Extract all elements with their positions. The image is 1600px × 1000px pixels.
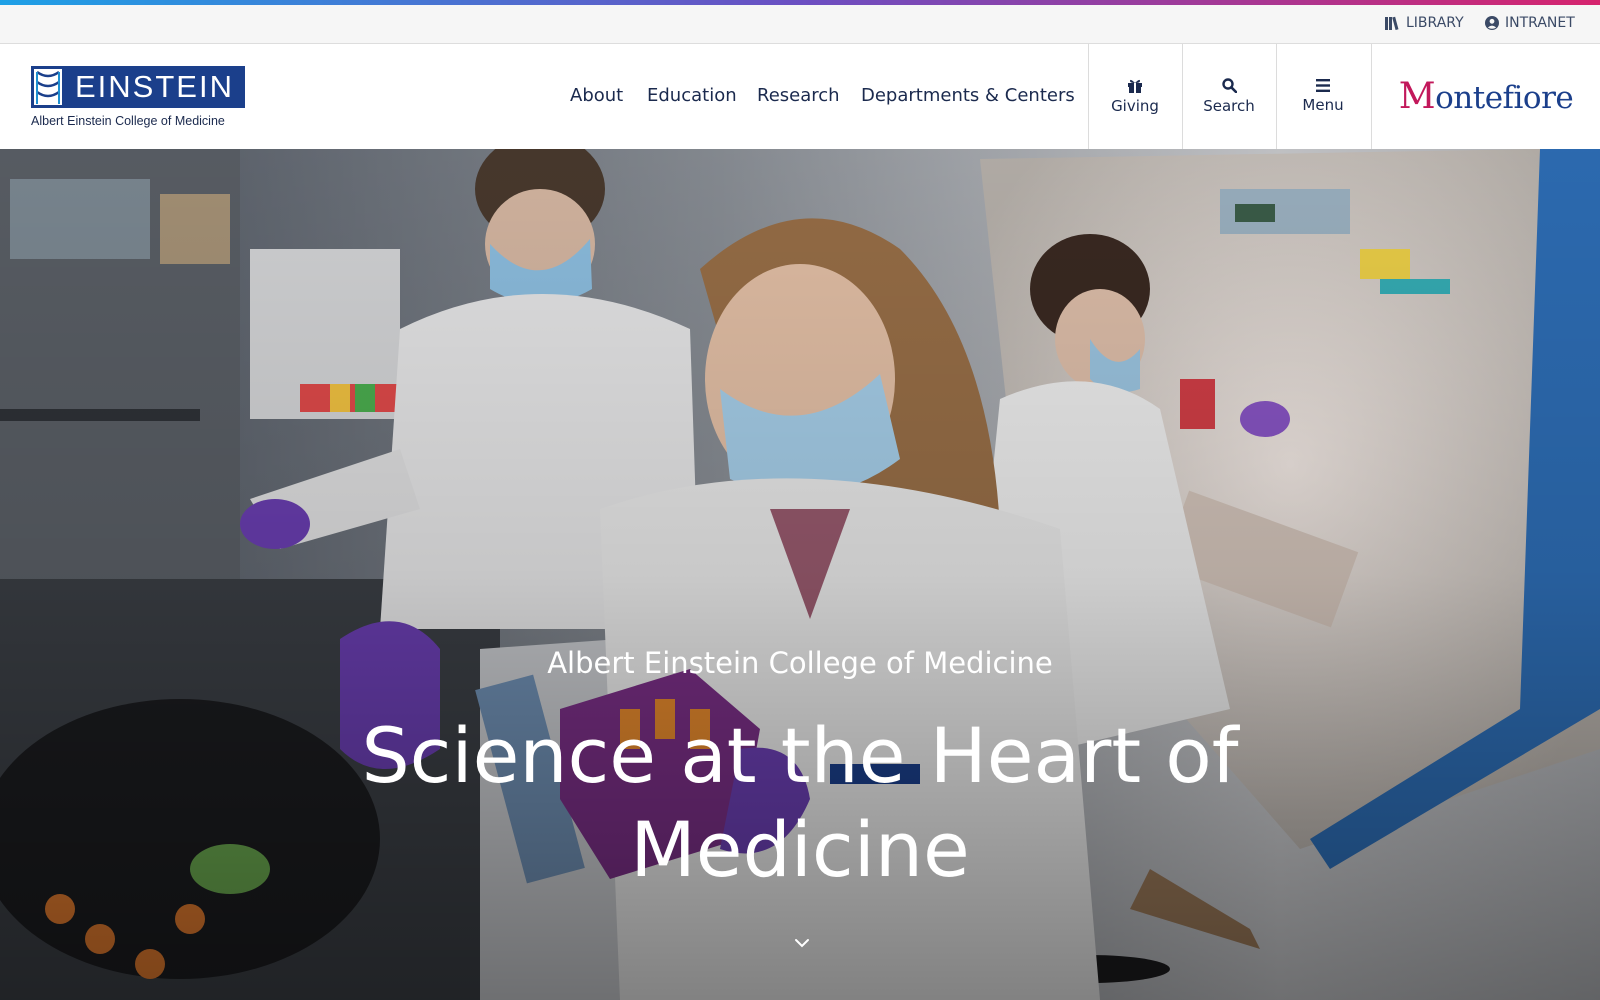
gift-icon — [1128, 79, 1142, 93]
logo-subtitle: Albert Einstein College of Medicine — [31, 114, 225, 128]
montefiore-initial: M — [1398, 76, 1436, 117]
hero-title: Science at the Heart of Medicine — [361, 711, 1239, 894]
logo-wordmark: EINSTEIN — [75, 69, 234, 104]
hero-banner: Albert Einstein College of Medicine Scie… — [0, 149, 1600, 1000]
montefiore-wordmark: Montefiore — [1398, 76, 1574, 117]
search-icon — [1221, 78, 1237, 93]
chevron-down-icon[interactable] — [790, 933, 814, 953]
library-label: LIBRARY — [1406, 15, 1464, 31]
library-link[interactable]: LIBRARY — [1385, 15, 1464, 31]
logo-badge: EINSTEIN — [31, 66, 245, 108]
utility-bar: LIBRARY INTRANET — [0, 5, 1600, 44]
dna-helix-icon — [31, 66, 65, 108]
menu-label: Menu — [1302, 96, 1344, 114]
nav-education[interactable]: Education — [647, 85, 737, 106]
nav-research[interactable]: Research — [757, 85, 840, 106]
hamburger-icon — [1316, 79, 1330, 92]
menu-button[interactable]: Menu — [1276, 44, 1369, 149]
einstein-logo[interactable]: EINSTEIN Albert Einstein College of Medi… — [31, 66, 245, 128]
site-header: EINSTEIN Albert Einstein College of Medi… — [0, 44, 1600, 149]
search-button[interactable]: Search — [1182, 44, 1275, 149]
giving-button[interactable]: Giving — [1088, 44, 1181, 149]
montefiore-logo[interactable]: Montefiore — [1371, 44, 1600, 149]
search-label: Search — [1203, 97, 1255, 115]
hero-kicker: Albert Einstein College of Medicine — [547, 646, 1053, 680]
giving-label: Giving — [1111, 97, 1159, 115]
nav-departments-centers[interactable]: Departments & Centers — [861, 85, 1075, 106]
nav-about[interactable]: About — [570, 85, 623, 106]
intranet-label: INTRANET — [1505, 15, 1575, 31]
intranet-link[interactable]: INTRANET — [1485, 15, 1575, 31]
user-circle-icon — [1485, 16, 1499, 30]
books-icon — [1385, 16, 1399, 30]
